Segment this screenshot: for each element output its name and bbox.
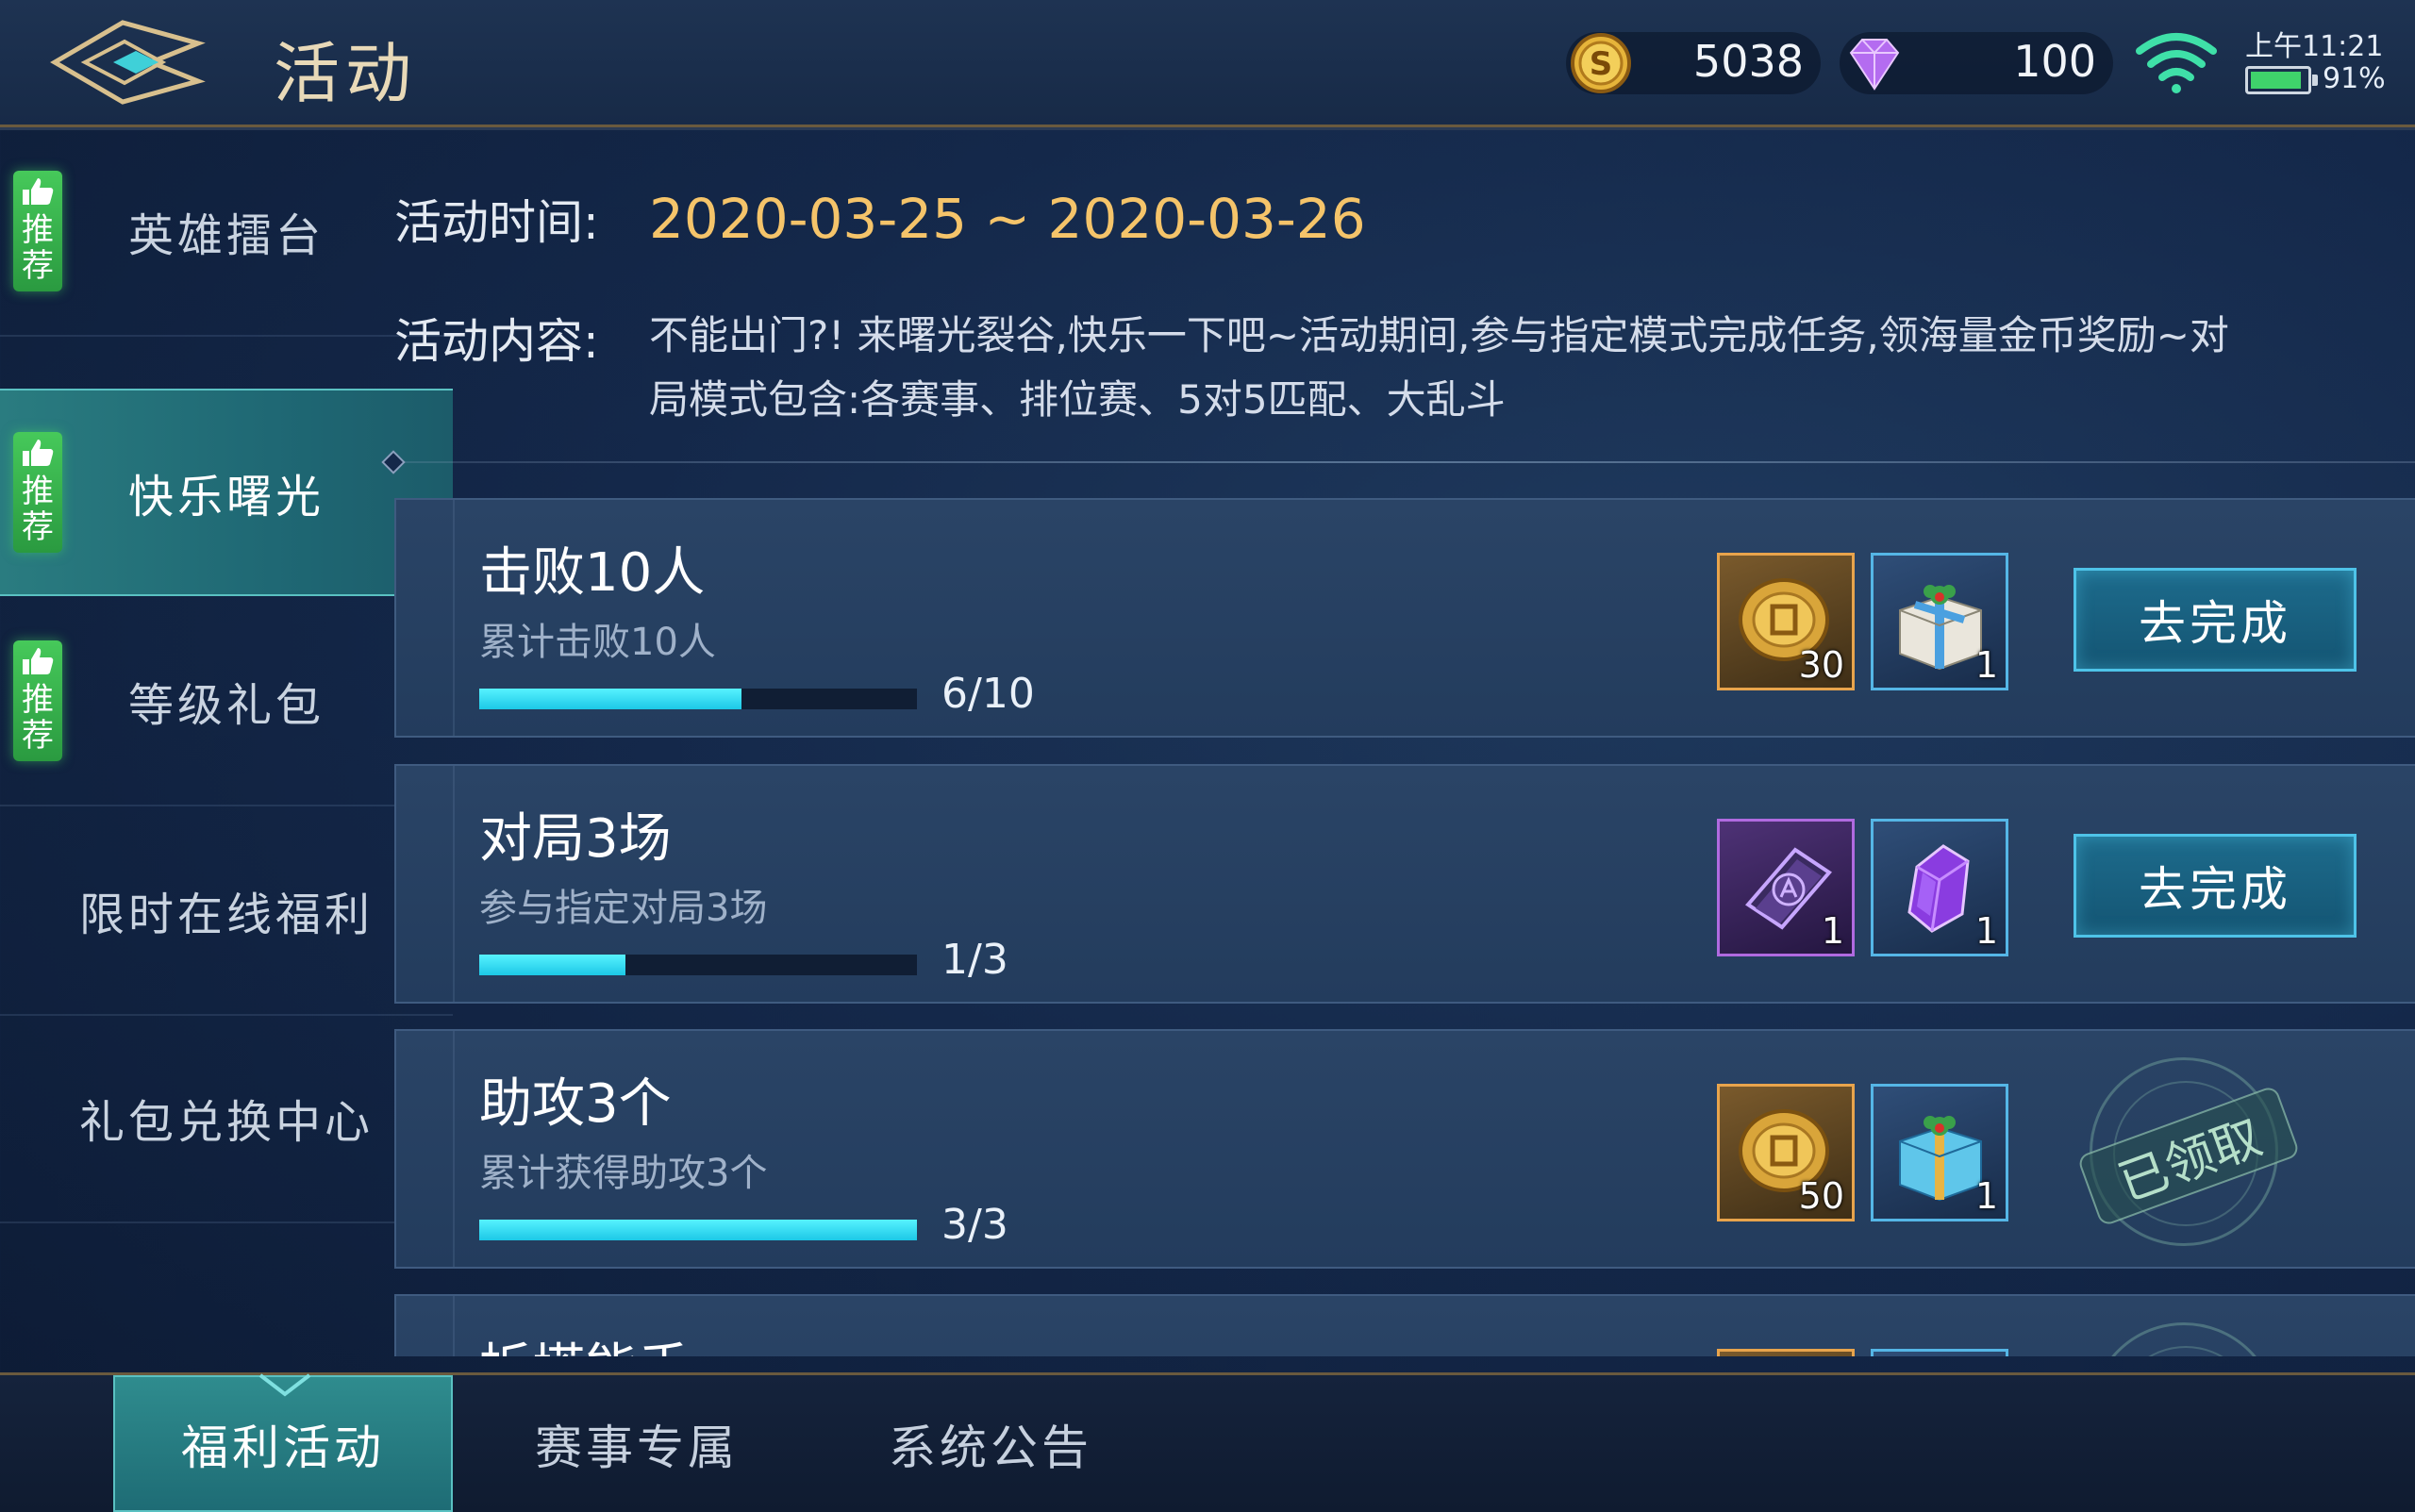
row-frame xyxy=(396,500,455,736)
battery-tip xyxy=(2312,75,2318,86)
task-description: 累计击败10人 xyxy=(479,621,716,664)
active-tab-caret xyxy=(258,1373,311,1397)
reward-slot[interactable]: 1 xyxy=(1871,819,2008,956)
divider xyxy=(391,461,2415,463)
activity-sidebar: 推荐 英雄擂台 推荐 快乐曙光 推荐 等级礼包 限时在线福利 礼包兑换中心 xyxy=(0,127,453,1372)
back-button[interactable] xyxy=(47,17,208,108)
reward-slot[interactable]: 1 xyxy=(1871,553,2008,690)
progress-text: 6/10 xyxy=(941,670,1035,718)
gold-amount: 5038 xyxy=(1692,36,1804,87)
recommend-badge: 推荐 xyxy=(13,432,62,553)
sidebar-item-gift-exchange[interactable]: 礼包兑换中心 xyxy=(0,1014,453,1223)
progress-fill xyxy=(479,1220,917,1240)
activity-content-label: 活动内容: xyxy=(394,314,599,369)
reward-slot[interactable]: 1 xyxy=(1717,819,1855,956)
gold-coin-icon: S xyxy=(1571,33,1631,93)
thumbs-up-icon xyxy=(23,178,54,205)
reward-count: 1 xyxy=(1821,910,1844,952)
progress-fill xyxy=(479,689,742,709)
recommend-text: 推荐 xyxy=(22,211,54,285)
recommend-badge: 推荐 xyxy=(13,171,62,291)
go-complete-button[interactable]: 去完成 xyxy=(2074,834,2357,938)
reward-count: 1 xyxy=(1974,644,1998,686)
reward-slot[interactable] xyxy=(1717,1349,1855,1356)
progress-bar xyxy=(479,1220,917,1240)
sidebar-item-label: 限时在线福利 xyxy=(78,889,374,941)
row-frame xyxy=(396,1031,455,1267)
go-complete-button[interactable]: 去完成 xyxy=(2074,568,2357,672)
gem-amount: 100 xyxy=(2013,36,2096,87)
page-title: 活动 xyxy=(274,35,417,112)
reward-slot[interactable]: 50 xyxy=(1717,1084,1855,1221)
recommend-badge: 推荐 xyxy=(13,640,62,761)
progress-text: 3/3 xyxy=(941,1201,1008,1249)
claimed-stamp xyxy=(2090,1322,2278,1356)
task-row: 拆塔能手 xyxy=(394,1294,2415,1356)
recommend-text: 推荐 xyxy=(22,473,54,546)
gold-counter[interactable]: S 5038 xyxy=(1566,32,1821,94)
sidebar-item-online-bonus[interactable]: 限时在线福利 xyxy=(0,806,453,1016)
reward-count: 50 xyxy=(1798,1175,1844,1217)
claimed-stamp: 已领取 xyxy=(2076,1057,2301,1246)
sidebar-item-happy-dawn[interactable]: 推荐 快乐曙光 xyxy=(0,389,453,596)
reward-slot[interactable]: 30 xyxy=(1717,553,1855,690)
tab-label: 赛事专属 xyxy=(535,1420,739,1475)
task-list[interactable]: 击败10人 累计击败10人 6/10 30 1 去完成 对局3场 参与指定对局3… xyxy=(394,498,2415,1356)
progress-bar xyxy=(479,955,917,975)
task-title: 击败10人 xyxy=(479,542,706,604)
tab-label: 系统公告 xyxy=(889,1420,1092,1475)
reward-slot[interactable] xyxy=(1871,1349,2008,1356)
tab-label: 福利活动 xyxy=(181,1420,385,1475)
task-row: 击败10人 累计击败10人 6/10 30 1 去完成 xyxy=(394,498,2415,738)
battery-icon xyxy=(2245,66,2311,94)
sidebar-item-level-pack[interactable]: 推荐 等级礼包 xyxy=(0,597,453,806)
reward-count: 1 xyxy=(1974,1175,1998,1217)
reward-count: 30 xyxy=(1798,644,1844,686)
reward-count: 1 xyxy=(1974,910,1998,952)
row-frame xyxy=(396,766,455,1002)
tab-event-exclusive[interactable]: 赛事专属 xyxy=(467,1375,807,1512)
thumbs-up-icon xyxy=(23,440,54,466)
sidebar-item-label: 等级礼包 xyxy=(127,679,325,732)
gem-counter[interactable]: 100 xyxy=(1840,32,2113,94)
bottom-tab-bar: 福利活动 赛事专属 系统公告 xyxy=(0,1372,2415,1512)
activity-content-text: 不能出门?! 来曙光裂谷,快乐一下吧~活动期间,参与指定模式完成任务,领海量金币… xyxy=(649,312,2229,423)
wifi-icon xyxy=(2136,33,2217,93)
sidebar-item-label: 快乐曙光 xyxy=(127,471,325,523)
sidebar-item-label: 英雄擂台 xyxy=(127,209,325,262)
activity-time-value: 2020-03-25 ~ 2020-03-26 xyxy=(649,187,1366,251)
task-title: 对局3场 xyxy=(479,808,672,870)
task-description: 累计获得助攻3个 xyxy=(479,1152,768,1195)
tab-system-notice[interactable]: 系统公告 xyxy=(821,1375,1160,1512)
stamp-ring xyxy=(2113,1346,2258,1356)
progress-bar xyxy=(479,689,917,709)
task-row: 对局3场 参与指定对局3场 1/3 1 1 去完成 xyxy=(394,764,2415,1004)
row-frame xyxy=(396,1296,455,1356)
task-title: 拆塔能手 xyxy=(479,1326,691,1356)
progress-text: 1/3 xyxy=(941,936,1008,984)
top-bar: 活动 S 5038 100 上午11:21 91% xyxy=(0,0,2415,127)
sidebar-item-label: 礼包兑换中心 xyxy=(78,1096,374,1149)
sidebar-item-hero-arena[interactable]: 推荐 英雄擂台 xyxy=(0,127,453,337)
task-row: 助攻3个 累计获得助攻3个 3/3 50 1 已领取 xyxy=(394,1029,2415,1269)
clock-time: 上午11:21 xyxy=(2245,30,2384,63)
diamond-icon xyxy=(1849,39,1900,91)
reward-slot[interactable]: 1 xyxy=(1871,1084,2008,1221)
progress-fill xyxy=(479,955,625,975)
back-arrow-icon xyxy=(50,20,206,105)
activity-time-label: 活动时间: xyxy=(394,195,599,250)
thumbs-up-icon xyxy=(23,648,54,674)
battery-percent: 91% xyxy=(2323,62,2386,95)
task-title: 助攻3个 xyxy=(479,1073,672,1135)
task-description: 参与指定对局3场 xyxy=(479,887,768,930)
tab-welfare-activities[interactable]: 福利活动 xyxy=(113,1373,453,1512)
recommend-text: 推荐 xyxy=(22,681,54,755)
svg-text:S: S xyxy=(1590,45,1613,83)
